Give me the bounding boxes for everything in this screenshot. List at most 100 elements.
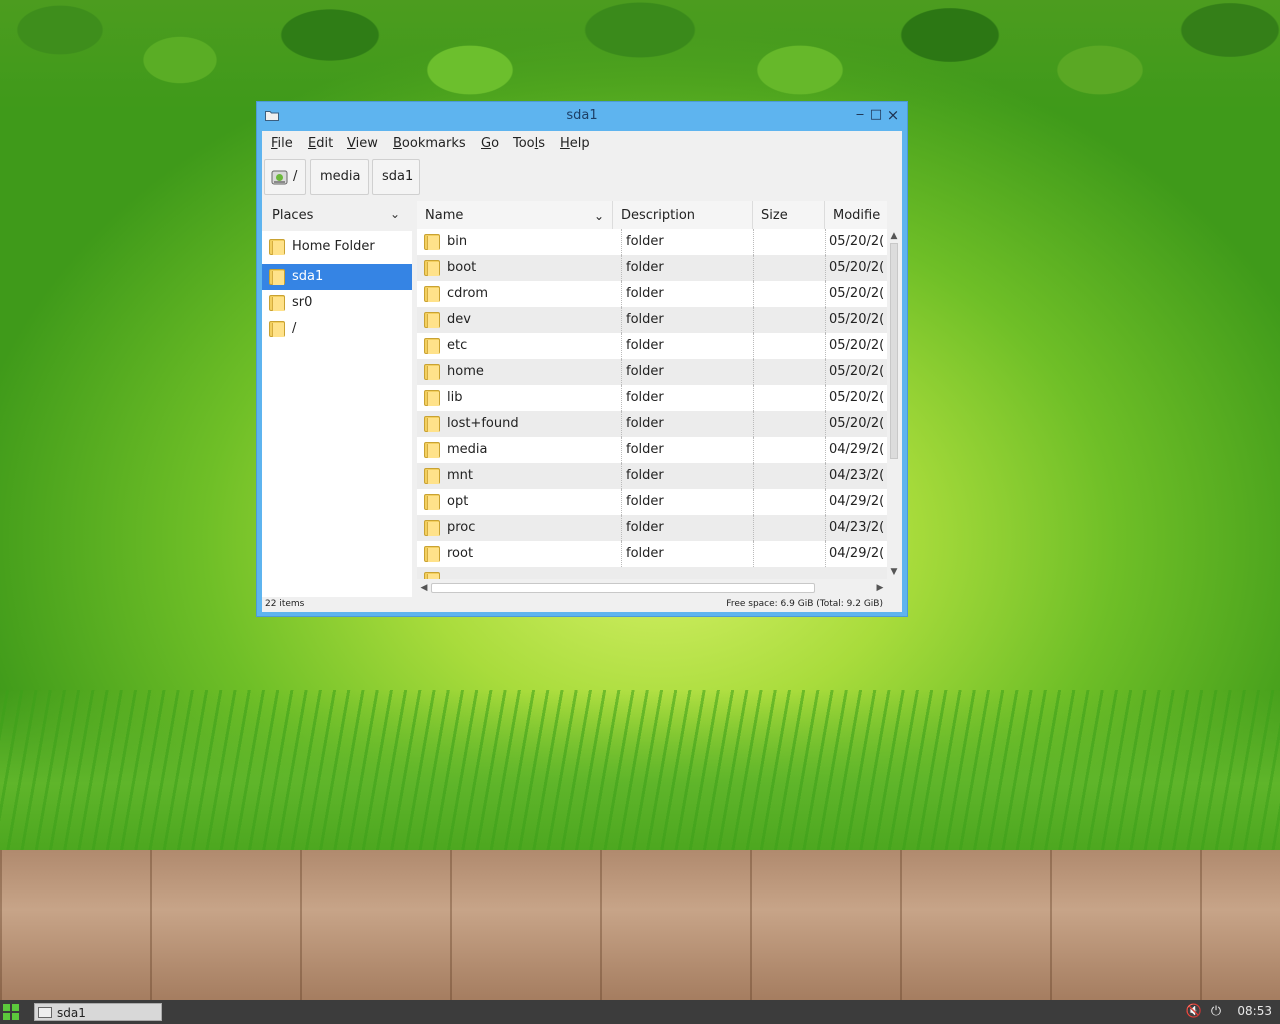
- menu-tools[interactable]: Tools: [513, 136, 545, 151]
- clock[interactable]: 08:53: [1237, 1004, 1272, 1018]
- file-row-opt[interactable]: opt folder 04/29/2(: [417, 489, 887, 515]
- file-row-dev[interactable]: dev folder 05/20/2(: [417, 307, 887, 333]
- file-modified: 04/29/2(: [825, 541, 887, 567]
- column-header-name[interactable]: Name ⌄: [417, 201, 613, 229]
- column-header-size[interactable]: Size: [753, 201, 825, 229]
- minimize-button[interactable]: ‒: [852, 107, 868, 123]
- file-size: [753, 411, 825, 437]
- folder-icon: [423, 362, 441, 382]
- chevron-down-icon: ⌄: [389, 207, 400, 221]
- horizontal-scrollbar[interactable]: ◀ ▶: [417, 581, 887, 595]
- file-description: folder: [621, 541, 753, 567]
- file-name: opt: [447, 494, 469, 509]
- file-row-lib[interactable]: lib folder 05/20/2(: [417, 385, 887, 411]
- file-description: folder: [621, 255, 753, 281]
- place-root[interactable]: /: [262, 316, 412, 342]
- folder-icon: [423, 388, 441, 408]
- horizontal-scroll-thumb[interactable]: [431, 583, 815, 593]
- close-icon: ×: [886, 106, 900, 124]
- file-name: cdrom: [447, 286, 489, 301]
- column-header-description[interactable]: Description: [613, 201, 753, 229]
- file-description: folder: [621, 463, 753, 489]
- file-name: lost+found: [447, 416, 519, 431]
- path-crumb-label: media: [320, 169, 361, 184]
- file-size: [753, 333, 825, 359]
- vertical-scrollbar[interactable]: ▲ ▼: [887, 229, 901, 579]
- file-description: folder: [621, 411, 753, 437]
- file-row-etc[interactable]: etc folder 05/20/2(: [417, 333, 887, 359]
- scroll-down-icon[interactable]: ▼: [887, 565, 901, 579]
- menu-go[interactable]: Go: [481, 136, 499, 151]
- file-row-lost-found[interactable]: lost+found folder 05/20/2(: [417, 411, 887, 437]
- place-home-folder[interactable]: Home Folder: [262, 234, 412, 260]
- maximize-icon: □: [869, 107, 883, 122]
- file-name: etc: [447, 338, 468, 353]
- path-crumb-label: sda1: [382, 169, 414, 184]
- file-modified: 05/20/2(: [825, 307, 887, 333]
- file-size: [753, 281, 825, 307]
- taskbar-item-sda1[interactable]: sda1: [34, 1003, 162, 1021]
- file-modified: 04/23/2(: [825, 515, 887, 541]
- drive-icon: [271, 170, 288, 185]
- scroll-left-icon[interactable]: ◀: [417, 581, 431, 595]
- folder-icon: [423, 570, 441, 579]
- file-modified: 05/20/2(: [825, 411, 887, 437]
- file-row-proc[interactable]: proc folder 04/23/2(: [417, 515, 887, 541]
- file-row-mnt[interactable]: mnt folder 04/23/2(: [417, 463, 887, 489]
- menu-file[interactable]: File: [271, 136, 293, 151]
- scroll-right-icon[interactable]: ▶: [873, 581, 887, 595]
- folder-icon: [423, 544, 441, 564]
- menu-help[interactable]: Help: [560, 136, 590, 151]
- item-count: 22 items: [265, 599, 305, 609]
- file-row-cdrom[interactable]: cdrom folder 05/20/2(: [417, 281, 887, 307]
- file-row-root[interactable]: root folder 04/29/2(: [417, 541, 887, 567]
- file-description: folder: [621, 307, 753, 333]
- vertical-scroll-thumb[interactable]: [890, 243, 898, 459]
- app-menu-icon[interactable]: [3, 1004, 19, 1020]
- file-modified: 05/20/2(: [825, 333, 887, 359]
- file-name: bin: [447, 234, 468, 249]
- wallpaper-foliage: [0, 0, 1280, 110]
- power-icon[interactable]: ⏻: [1207, 1003, 1225, 1021]
- file-row-home[interactable]: home folder 05/20/2(: [417, 359, 887, 385]
- folder-icon: [423, 284, 441, 304]
- folder-icon: [268, 319, 286, 339]
- file-row-boot[interactable]: boot folder 05/20/2(: [417, 255, 887, 281]
- place-sda1[interactable]: sda1: [262, 264, 412, 290]
- file-size: [753, 489, 825, 515]
- close-button[interactable]: ×: [885, 107, 901, 123]
- file-row-partial[interactable]: [417, 567, 887, 579]
- file-name: home: [447, 364, 484, 379]
- path-crumb-media[interactable]: media: [310, 159, 369, 195]
- file-size: [753, 541, 825, 567]
- file-row-media[interactable]: media folder 04/29/2(: [417, 437, 887, 463]
- file-description: folder: [621, 229, 753, 255]
- place-sr0[interactable]: sr0: [262, 290, 412, 316]
- folder-icon: [423, 310, 441, 330]
- scroll-up-icon[interactable]: ▲: [887, 229, 901, 243]
- places-panel: Places ⌄ Home Folder sda1 sr0 /: [262, 201, 412, 597]
- file-name: proc: [447, 520, 476, 535]
- path-crumb-root[interactable]: /: [264, 159, 306, 195]
- folder-icon: [423, 518, 441, 538]
- menu-view[interactable]: View: [347, 136, 378, 151]
- places-selector[interactable]: Places ⌄: [262, 201, 412, 231]
- volume-muted-icon[interactable]: 🔇: [1185, 1003, 1203, 1021]
- file-size: [753, 385, 825, 411]
- file-size: [753, 307, 825, 333]
- window-titlebar[interactable]: sda1 ‒ □ ×: [257, 102, 907, 130]
- column-header-modified[interactable]: Modifie: [825, 201, 887, 229]
- file-row-bin[interactable]: bin folder 05/20/2(: [417, 229, 887, 255]
- file-modified: 05/20/2(: [825, 385, 887, 411]
- folder-icon: [38, 1007, 52, 1018]
- menu-edit[interactable]: Edit: [308, 136, 333, 151]
- maximize-button[interactable]: □: [868, 107, 884, 123]
- menu-bookmarks[interactable]: Bookmarks: [393, 136, 466, 151]
- path-crumb-sda1[interactable]: sda1: [372, 159, 420, 195]
- file-modified: 04/29/2(: [825, 489, 887, 515]
- folder-icon: [268, 237, 286, 257]
- file-name: dev: [447, 312, 471, 327]
- file-description: folder: [621, 359, 753, 385]
- file-modified: 04/23/2(: [825, 463, 887, 489]
- file-description: folder: [621, 281, 753, 307]
